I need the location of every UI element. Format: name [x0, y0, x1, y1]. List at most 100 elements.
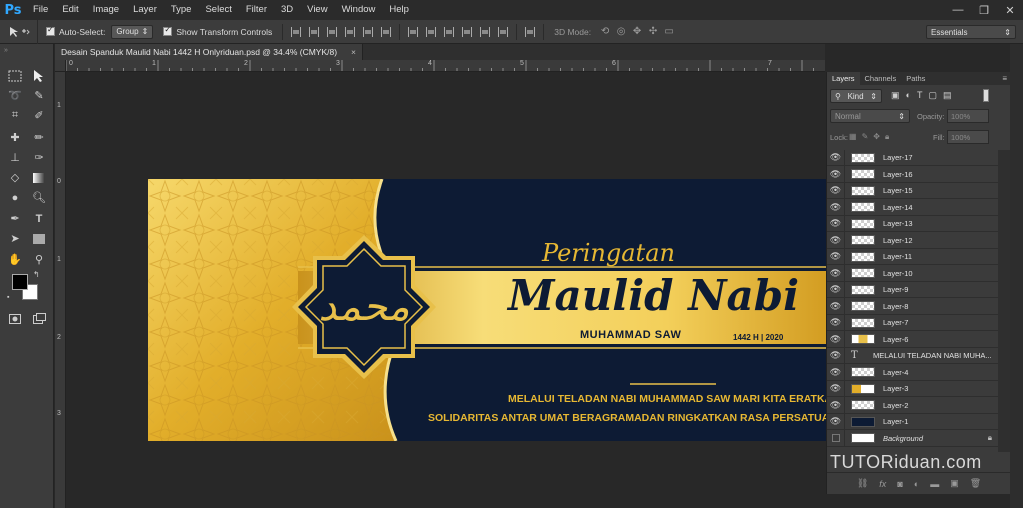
eye-icon[interactable]: 👁︎ — [827, 265, 845, 281]
align-top-icon[interactable] — [289, 25, 303, 39]
3d-rotate-icon[interactable]: ⟲ — [598, 25, 612, 39]
layer-row[interactable]: 👁︎ Layer-4 — [827, 364, 998, 381]
move-tool-icon[interactable] — [29, 66, 49, 85]
add-mask-icon[interactable]: ◙ — [897, 479, 902, 489]
layer-row[interactable]: 👁︎ Layer-8 — [827, 298, 998, 315]
type-tool-icon[interactable]: T — [29, 209, 49, 228]
eye-icon[interactable]: 👁︎ — [827, 215, 845, 232]
eye-icon[interactable]: 👁︎ — [827, 149, 845, 166]
menu-image[interactable]: Image — [86, 0, 126, 20]
blur-tool-icon[interactable]: ● — [5, 188, 25, 207]
eye-icon[interactable]: 👁︎ — [827, 281, 845, 298]
delete-layer-icon[interactable]: 🗑︎ — [970, 478, 981, 489]
layer-row[interactable]: 👁︎ Layer-9 — [827, 281, 998, 298]
menu-file[interactable]: File — [26, 0, 55, 20]
gradient-tool-icon[interactable] — [29, 168, 49, 187]
healing-brush-tool-icon[interactable]: ✚ — [5, 128, 25, 147]
hand-tool-icon[interactable]: ✋ — [5, 250, 25, 269]
marquee-tool-icon[interactable] — [5, 66, 25, 85]
layer-row[interactable]: 👁︎ Layer-6 — [827, 331, 998, 348]
layer-row[interactable]: 👁︎ Layer-10 — [827, 265, 998, 282]
layer-row[interactable]: 👁︎ T MELALUI TELADAN NABI MUHA... — [827, 347, 998, 364]
layer-row[interactable]: 👁︎ Layer-15 — [827, 182, 998, 199]
lasso-tool-icon[interactable]: ➰ — [5, 86, 25, 105]
filter-adjustment-icon[interactable]: ◐ — [906, 90, 911, 101]
menu-type[interactable]: Type — [164, 0, 199, 20]
clone-stamp-tool-icon[interactable]: ⊥ — [5, 148, 25, 167]
align-bottom-icon[interactable] — [325, 25, 339, 39]
fill-field[interactable]: 100% — [947, 130, 989, 144]
show-transform-checkbox[interactable] — [163, 25, 173, 36]
auto-align-icon[interactable] — [523, 25, 537, 39]
ruler-origin[interactable] — [55, 60, 66, 72]
3d-roll-icon[interactable]: ◎ — [614, 25, 628, 39]
layer-row[interactable]: 👁︎ Layer-14 — [827, 199, 998, 216]
eye-icon[interactable]: 👁︎ — [827, 232, 845, 248]
distribute-bottom-icon[interactable] — [442, 25, 456, 39]
link-layers-icon[interactable]: ⛓ — [857, 478, 868, 489]
align-left-icon[interactable] — [343, 25, 357, 39]
minimize-button[interactable]: — — [945, 0, 971, 20]
banner-artwork[interactable]: محمد Peringatan Maulid Nabi MUHAMMAD SAW… — [148, 179, 826, 441]
photoshop-logo[interactable]: Ps — [0, 0, 26, 20]
blend-mode-dropdown[interactable]: Normal ⇕ — [830, 109, 910, 123]
layer-row[interactable]: Background 🔒︎ — [827, 430, 998, 447]
close-button[interactable]: ✕ — [997, 0, 1023, 20]
move-tool-preset-picker[interactable] — [0, 19, 38, 44]
distribute-top-icon[interactable] — [406, 25, 420, 39]
new-group-icon[interactable]: ▬ — [930, 479, 939, 489]
zoom-tool-icon[interactable]: ⚲ — [29, 250, 49, 269]
3d-slide-icon[interactable]: ✣ — [646, 25, 660, 39]
eye-icon[interactable]: 👁︎ — [827, 182, 845, 199]
restore-button[interactable]: ❐ — [971, 0, 997, 20]
tab-channels[interactable]: Channels — [860, 72, 902, 85]
layer-row[interactable]: 👁︎ Layer-16 — [827, 166, 998, 183]
layer-row[interactable]: 👁︎ Layer-1 — [827, 413, 998, 430]
tab-paths[interactable]: Paths — [901, 72, 930, 85]
layer-row[interactable]: 👁︎ Layer-2 — [827, 397, 998, 414]
menu-3d[interactable]: 3D — [274, 0, 300, 20]
opacity-field[interactable]: 100% — [947, 109, 989, 123]
close-document-icon[interactable]: × — [351, 47, 356, 57]
filter-shape-icon[interactable]: ▢ — [928, 90, 937, 101]
new-layer-icon[interactable]: ▣ — [950, 478, 959, 489]
3d-pan-icon[interactable]: ✥ — [630, 25, 644, 39]
distribute-hcenter-icon[interactable] — [478, 25, 492, 39]
swap-colors-icon[interactable]: ↰ — [33, 270, 40, 279]
eye-icon[interactable]: 👁︎ — [827, 166, 845, 182]
horizontal-ruler[interactable]: 0 1 2 3 4 5 6 7 — [66, 60, 825, 72]
menu-window[interactable]: Window — [335, 0, 383, 20]
document-tab[interactable]: Desain Spanduk Maulid Nabi 1442 H Onlyri… — [55, 44, 363, 60]
menu-help[interactable]: Help — [382, 0, 416, 20]
adjustment-layer-icon[interactable]: ◐ — [914, 479, 919, 489]
eye-icon[interactable]: 👁︎ — [827, 314, 845, 331]
align-hcenter-icon[interactable] — [361, 25, 375, 39]
filter-smart-object-icon[interactable]: ▤ — [943, 90, 952, 101]
lock-all-icon[interactable]: 🔒︎ — [885, 132, 889, 142]
eye-icon[interactable]: 👁︎ — [827, 347, 845, 364]
canvas-area[interactable]: محمد Peringatan Maulid Nabi MUHAMMAD SAW… — [66, 72, 826, 508]
pen-tool-icon[interactable]: ✒ — [5, 209, 25, 228]
screen-mode-icon[interactable] — [29, 309, 49, 328]
collapse-toolbar-icon[interactable]: » — [4, 47, 8, 54]
layer-row[interactable]: 👁︎ Layer-13 — [827, 215, 998, 232]
lock-transparency-icon[interactable]: ▦ — [849, 132, 857, 142]
workspace-dropdown[interactable]: Essentials ⇕ — [926, 25, 1016, 39]
rectangle-tool-icon[interactable] — [29, 229, 49, 248]
eyedropper-tool-icon[interactable]: ✐ — [29, 106, 49, 125]
distribute-vcenter-icon[interactable] — [424, 25, 438, 39]
default-colors-icon[interactable]: ▪ — [7, 294, 9, 301]
tab-layers[interactable]: Layers — [827, 72, 860, 85]
lock-position-icon[interactable]: ✥ — [873, 132, 880, 142]
eye-icon[interactable]: 👁︎ — [827, 413, 845, 430]
layer-row[interactable]: 👁︎ Layer-3 — [827, 380, 998, 397]
distribute-left-icon[interactable] — [460, 25, 474, 39]
align-vcenter-icon[interactable] — [307, 25, 321, 39]
layer-row[interactable]: 👁︎ Layer-17 — [827, 149, 998, 166]
layer-filter-dropdown[interactable]: ⚲ Kind ⇕ — [830, 89, 882, 103]
eye-icon[interactable]: 👁︎ — [827, 298, 845, 314]
menu-filter[interactable]: Filter — [239, 0, 274, 20]
filter-toggle[interactable] — [983, 89, 989, 102]
filter-pixel-icon[interactable]: ▣ — [891, 90, 900, 101]
3d-scale-icon[interactable]: ▭ — [662, 25, 676, 39]
